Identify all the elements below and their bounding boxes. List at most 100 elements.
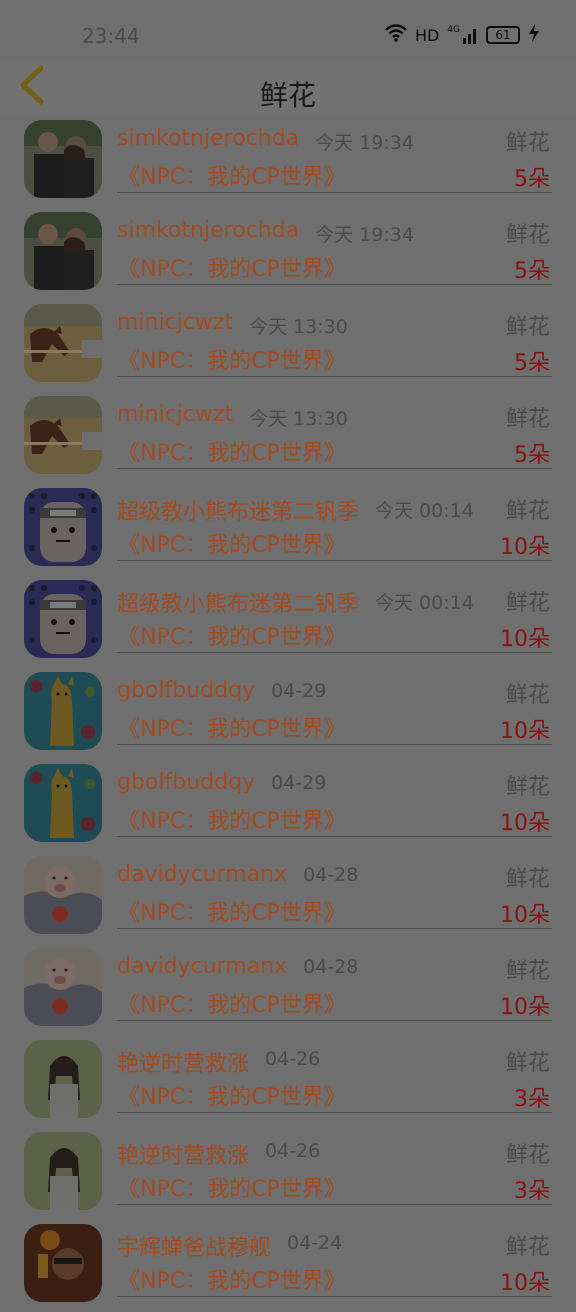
hd-indicator: HD xyxy=(414,25,440,45)
list-item[interactable]: davidycurmanx 04-28 鲜花 《NPC：我的CP世界》 10朵 xyxy=(0,944,576,1036)
timestamp: 04-29 xyxy=(271,680,327,702)
list-item[interactable]: 超级教小熊布迷第二钒季 今天 00:14 鲜花 《NPC：我的CP世界》 10朵 xyxy=(0,484,576,576)
gift-type: 鲜花 xyxy=(505,1143,550,1168)
divider xyxy=(117,836,552,837)
book-title[interactable]: 《NPC：我的CP世界》 xyxy=(118,435,346,467)
timestamp: 04-24 xyxy=(287,1232,343,1254)
list-item[interactable]: minicjcwzt 今天 13:30 鲜花《NPC：我的CP世界》 5朵 xyxy=(0,392,576,484)
username[interactable]: simkotnjerochda xyxy=(117,126,299,151)
gift-type: 鲜花 xyxy=(505,775,550,800)
horse-avatar[interactable] xyxy=(24,304,102,382)
pig-illustration-avatar[interactable] xyxy=(24,948,102,1026)
cat-painting-avatar[interactable] xyxy=(24,672,102,750)
flower-count: 5朵 xyxy=(514,259,550,284)
book-title[interactable]: 《NPC：我的CP世界》 xyxy=(118,1263,346,1295)
status-icons: HD 4G 61 xyxy=(385,24,540,46)
book-title[interactable]: 《NPC：我的CP世界》 xyxy=(118,803,346,835)
cartoon-face-avatar[interactable] xyxy=(24,488,102,566)
list-item[interactable]: davidycurmanx 04-28 鲜花 《NPC：我的CP世界》 10朵 xyxy=(0,852,576,944)
flower-count: 10朵 xyxy=(500,535,550,560)
divider xyxy=(117,1112,552,1113)
username[interactable]: gbolfbuddqy xyxy=(117,678,255,703)
list-item[interactable]: 宇辉蝉爸战穆舰 04-24 鲜花 《NPC：我的CP世界》 10朵 xyxy=(0,1220,576,1312)
couple-photo-avatar[interactable] xyxy=(24,212,102,290)
username[interactable]: 超级教小熊布迷第二钒季 xyxy=(117,586,359,618)
divider xyxy=(117,284,552,285)
timestamp: 04-28 xyxy=(303,956,359,978)
signal-label: 4G xyxy=(447,25,460,35)
book-title[interactable]: 《NPC：我的CP世界》 xyxy=(118,159,346,191)
flower-count: 3朵 xyxy=(514,1179,550,1204)
divider xyxy=(117,1204,552,1205)
username[interactable]: gbolfbuddqy xyxy=(117,770,255,795)
book-title[interactable]: 《NPC：我的CP世界》 xyxy=(118,1171,346,1203)
timestamp: 今天 13:30 xyxy=(249,408,348,430)
book-title[interactable]: 《NPC：我的CP世界》 xyxy=(118,895,346,927)
man-portrait-avatar[interactable] xyxy=(24,1224,102,1302)
username[interactable]: 宇辉蝉爸战穆舰 xyxy=(117,1230,271,1262)
timestamp: 今天 19:34 xyxy=(315,132,414,154)
gift-type: 鲜花 xyxy=(505,223,550,248)
status-time: 23:44 xyxy=(82,24,140,48)
divider xyxy=(117,744,552,745)
list-item[interactable]: minicjcwzt 今天 13:30 鲜花《NPC：我的CP世界》 5朵 xyxy=(0,300,576,392)
list-item[interactable]: 超级教小熊布迷第二钒季 今天 00:14 鲜花 《NPC：我的CP世界》 10朵 xyxy=(0,576,576,668)
username[interactable]: davidycurmanx xyxy=(117,954,287,979)
book-title[interactable]: 《NPC：我的CP世界》 xyxy=(118,1079,346,1111)
timestamp: 04-28 xyxy=(303,864,359,886)
flower-count: 3朵 xyxy=(514,1087,550,1112)
flower-record-list: simkotnjerochda 今天 19:34 鲜花 《NPC：我的CP世界》 5朵 s… xyxy=(0,116,576,1312)
pig-illustration-avatar[interactable] xyxy=(24,856,102,934)
timestamp: 今天 13:30 xyxy=(249,316,348,338)
list-item[interactable]: simkotnjerochda 今天 19:34 鲜花 《NPC：我的CP世界》 5朵 xyxy=(0,116,576,208)
flower-count: 5朵 xyxy=(514,351,550,376)
girl-portrait-avatar[interactable] xyxy=(24,1132,102,1210)
cat-painting-avatar[interactable] xyxy=(24,764,102,842)
timestamp: 今天 00:14 xyxy=(375,500,474,522)
username[interactable]: minicjcwzt xyxy=(117,310,233,335)
timestamp: 04-29 xyxy=(271,772,327,794)
flower-count: 5朵 xyxy=(514,443,550,468)
username[interactable]: 艳逆时营救涨 xyxy=(117,1138,249,1170)
gift-type: 鲜花 xyxy=(505,591,550,616)
divider xyxy=(117,1020,552,1021)
book-title[interactable]: 《NPC：我的CP世界》 xyxy=(118,619,346,651)
flower-count: 10朵 xyxy=(500,719,550,744)
list-item[interactable]: 艳逆时营救涨 04-26 鲜花《NPC：我的CP世界》 3朵 xyxy=(0,1128,576,1220)
gift-type: 鲜花 xyxy=(505,683,550,708)
username[interactable]: 超级教小熊布迷第二钒季 xyxy=(117,494,359,526)
timestamp: 04-26 xyxy=(265,1048,321,1070)
cartoon-face-avatar[interactable] xyxy=(24,580,102,658)
list-item[interactable]: simkotnjerochda 今天 19:34 鲜花《NPC：我的CP世界》 5朵 xyxy=(0,208,576,300)
gift-type: 鲜花 xyxy=(505,315,550,340)
flower-count: 10朵 xyxy=(500,903,550,928)
divider xyxy=(117,376,552,377)
horse-avatar[interactable] xyxy=(24,396,102,474)
book-title[interactable]: 《NPC：我的CP世界》 xyxy=(118,711,346,743)
divider xyxy=(117,1296,552,1297)
header-bar: 鲜花 xyxy=(0,62,576,116)
book-title[interactable]: 《NPC：我的CP世界》 xyxy=(118,527,346,559)
divider xyxy=(117,928,552,929)
book-title[interactable]: 《NPC：我的CP世界》 xyxy=(118,251,346,283)
timestamp: 今天 19:34 xyxy=(315,224,414,246)
list-item[interactable]: gbolfbuddqy 04-29 鲜花 《NPC：我的CP世界》 10朵 xyxy=(0,760,576,852)
list-item[interactable]: gbolfbuddqy 04-29 鲜花《NPC：我的CP世界》 10朵 xyxy=(0,668,576,760)
page-title: 鲜花 xyxy=(259,79,316,112)
username[interactable]: simkotnjerochda xyxy=(117,218,299,243)
girl-portrait-avatar[interactable] xyxy=(24,1040,102,1118)
gift-type: 鲜花 xyxy=(505,959,550,984)
username[interactable]: davidycurmanx xyxy=(117,862,287,887)
gift-type: 鲜花 xyxy=(505,407,550,432)
timestamp: 04-26 xyxy=(265,1140,321,1162)
username[interactable]: 艳逆时营救涨 xyxy=(117,1046,249,1078)
flower-count: 5朵 xyxy=(514,167,550,192)
flower-count: 10朵 xyxy=(500,627,550,652)
book-title[interactable]: 《NPC：我的CP世界》 xyxy=(118,343,346,375)
username[interactable]: minicjcwzt xyxy=(117,402,233,427)
couple-photo-avatar[interactable] xyxy=(24,120,102,198)
divider xyxy=(117,560,552,561)
divider xyxy=(117,468,552,469)
book-title[interactable]: 《NPC：我的CP世界》 xyxy=(118,987,346,1019)
list-item[interactable]: 艳逆时营救涨 04-26 鲜花 《NPC：我的CP世界》 3朵 xyxy=(0,1036,576,1128)
